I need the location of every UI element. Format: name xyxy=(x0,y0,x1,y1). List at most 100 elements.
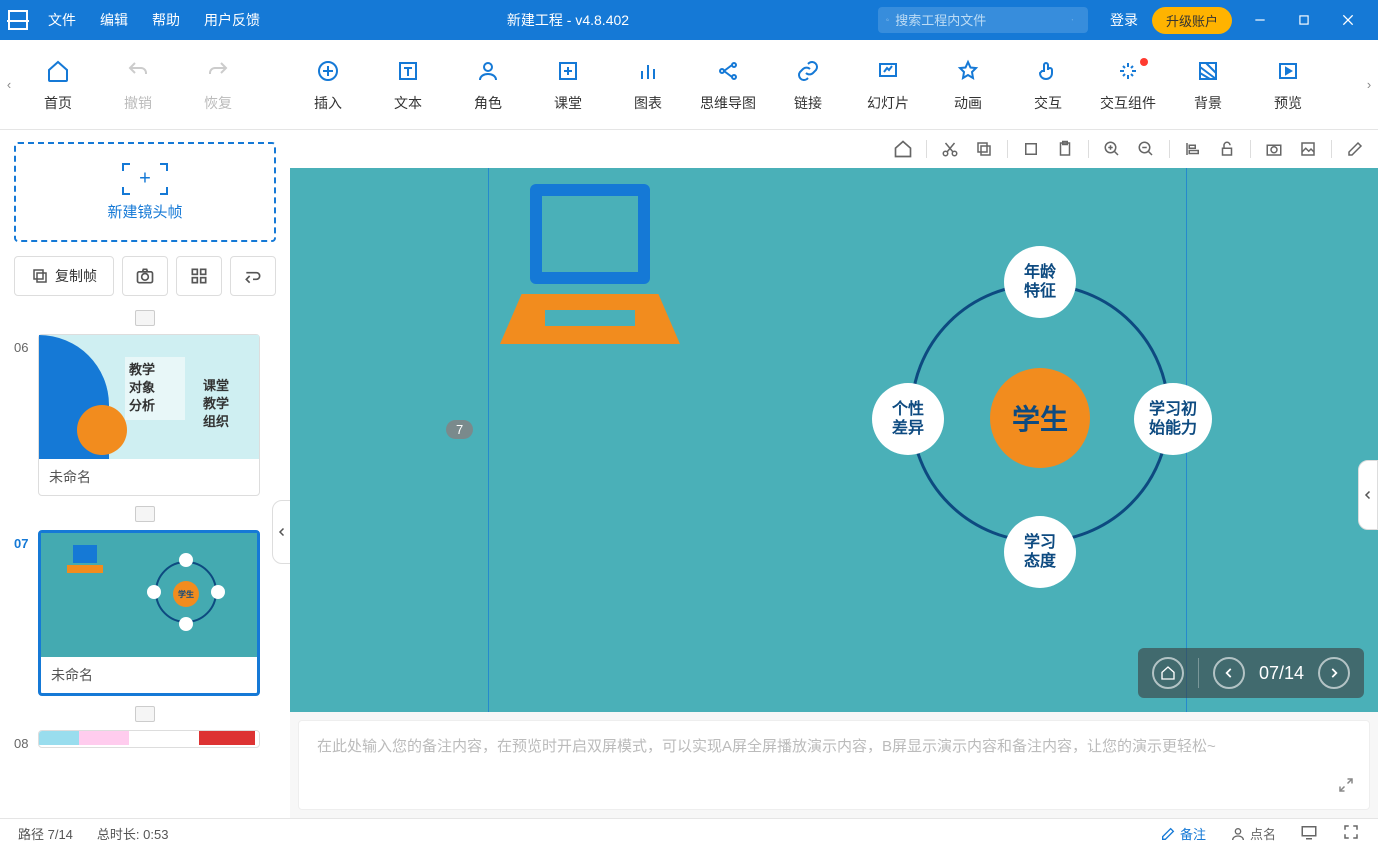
search-box[interactable] xyxy=(878,7,1088,33)
tool-label: 幻灯片 xyxy=(867,93,909,113)
tool-redo[interactable]: 恢复 xyxy=(178,40,258,130)
status-notes-button[interactable]: 备注 xyxy=(1160,824,1206,843)
canvas-edit-button[interactable] xyxy=(1344,138,1366,160)
upgrade-button[interactable]: 升级账户 xyxy=(1152,7,1232,34)
canvas-paste-button[interactable] xyxy=(1054,138,1076,160)
tool-classroom[interactable]: 课堂 xyxy=(528,40,608,130)
plus-circle-icon xyxy=(316,59,340,83)
tool-role[interactable]: 角色 xyxy=(448,40,528,130)
thumbnail-07[interactable]: 07 学生 未命名 xyxy=(14,530,276,696)
canvas-duplicate-button[interactable] xyxy=(1020,138,1042,160)
canvas-area: 7 学生 年龄 特征 个性 差异 学习初 始能力 学习 态度 07/14 在 xyxy=(290,130,1378,818)
tool-label: 恢复 xyxy=(204,93,232,113)
menu-help[interactable]: 帮助 xyxy=(140,10,192,30)
link-icon xyxy=(796,59,820,83)
tool-background[interactable]: 背景 xyxy=(1168,40,1248,130)
menu-feedback[interactable]: 用户反馈 xyxy=(192,10,272,30)
laptop-graphic[interactable] xyxy=(500,184,680,354)
canvas-camera-button[interactable] xyxy=(1263,138,1285,160)
camera-button[interactable] xyxy=(122,256,168,296)
tool-text[interactable]: 文本 xyxy=(368,40,448,130)
zoom-out-icon xyxy=(1137,140,1155,158)
slide-icon xyxy=(876,59,900,83)
paste-icon xyxy=(1056,140,1074,158)
right-panel-toggle[interactable] xyxy=(1358,460,1378,530)
tool-label: 撤销 xyxy=(124,93,152,113)
login-link[interactable]: 登录 xyxy=(1110,10,1138,30)
home-icon xyxy=(893,139,913,159)
canvas[interactable]: 7 学生 年龄 特征 个性 差异 学习初 始能力 学习 态度 07/14 xyxy=(290,168,1378,712)
tool-label: 课堂 xyxy=(554,93,582,113)
tool-undo[interactable]: 撤销 xyxy=(98,40,178,130)
canvas-lock-button[interactable] xyxy=(1216,138,1238,160)
separator xyxy=(1198,658,1199,688)
window-minimize-button[interactable] xyxy=(1238,0,1282,40)
status-rollcall-button[interactable]: 点名 xyxy=(1230,824,1276,843)
separator xyxy=(14,310,276,326)
tool-chart[interactable]: 图表 xyxy=(608,40,688,130)
thumb-number: 06 xyxy=(14,334,38,355)
status-display-button[interactable] xyxy=(1300,823,1318,844)
tool-home[interactable]: 首页 xyxy=(18,40,98,130)
menu-edit[interactable]: 编辑 xyxy=(88,10,140,30)
sidebar: + 新建镜头帧 复制帧 06 教学对象分析 课堂教学组织 未命名 xyxy=(0,130,290,818)
thumb-number: 07 xyxy=(14,530,38,551)
tool-label: 交互组件 xyxy=(1100,93,1156,113)
window-maximize-button[interactable] xyxy=(1282,0,1326,40)
notes-expand-button[interactable] xyxy=(1337,776,1355,797)
tool-mindmap[interactable]: 思维导图 xyxy=(688,40,768,130)
page-badge: 7 xyxy=(446,420,473,439)
diagram-node-left: 个性 差异 xyxy=(872,383,944,455)
separator xyxy=(926,140,927,158)
nav-page-indicator: 07/14 xyxy=(1259,663,1304,684)
diagram-graphic[interactable]: 学生 年龄 特征 个性 差异 学习初 始能力 学习 态度 xyxy=(840,238,1240,638)
nav-next-button[interactable] xyxy=(1318,657,1350,689)
sidebar-collapse-button[interactable] xyxy=(272,500,290,564)
title-bar: 文件 编辑 帮助 用户反馈 新建工程 - v4.8.402 登录 升级账户 xyxy=(0,0,1378,40)
diagram-center: 学生 xyxy=(990,368,1090,468)
duplicate-icon xyxy=(1022,140,1040,158)
nav-prev-button[interactable] xyxy=(1213,657,1245,689)
toolbar-scroll-left[interactable]: ‹ xyxy=(0,40,18,130)
sparkle-icon xyxy=(1116,59,1140,83)
loop-button[interactable] xyxy=(230,256,276,296)
search-dropdown-icon[interactable] xyxy=(1071,14,1074,26)
search-input[interactable] xyxy=(895,13,1071,28)
tool-preview[interactable]: 预览 xyxy=(1248,40,1328,130)
status-path: 路径 7/14 xyxy=(18,824,73,843)
menu-file[interactable]: 文件 xyxy=(36,10,88,30)
window-close-button[interactable] xyxy=(1326,0,1370,40)
fullscreen-icon xyxy=(1342,823,1360,841)
guide-line xyxy=(488,168,489,712)
toolbar-scroll-right[interactable]: › xyxy=(1360,40,1378,130)
qr-button[interactable] xyxy=(176,256,222,296)
tool-label: 交互 xyxy=(1034,93,1062,113)
tool-interaction[interactable]: 交互 xyxy=(1008,40,1088,130)
tool-interaction-component[interactable]: 交互组件 xyxy=(1088,40,1168,130)
canvas-home-button[interactable] xyxy=(892,138,914,160)
tool-animation[interactable]: 动画 xyxy=(928,40,1008,130)
tool-link[interactable]: 链接 xyxy=(768,40,848,130)
canvas-zoom-in-button[interactable] xyxy=(1101,138,1123,160)
notes-panel[interactable]: 在此处输入您的备注内容，在预览时开启双屏模式，可以实现A屏全屏播放演示内容，B屏… xyxy=(298,720,1370,810)
canvas-copy-button[interactable] xyxy=(973,138,995,160)
canvas-align-button[interactable] xyxy=(1182,138,1204,160)
thumb-label: 未命名 xyxy=(39,459,259,495)
camera-icon xyxy=(1265,140,1283,158)
tool-insert[interactable]: 插入 xyxy=(288,40,368,130)
canvas-image-button[interactable] xyxy=(1297,138,1319,160)
tool-slide[interactable]: 幻灯片 xyxy=(848,40,928,130)
camera-icon xyxy=(135,266,155,286)
canvas-zoom-out-button[interactable] xyxy=(1135,138,1157,160)
nav-home-button[interactable] xyxy=(1152,657,1184,689)
copy-icon xyxy=(31,267,49,285)
thumbnail-06[interactable]: 06 教学对象分析 课堂教学组织 未命名 xyxy=(14,334,276,496)
new-frame-button[interactable]: + 新建镜头帧 xyxy=(14,142,276,242)
separator xyxy=(1007,140,1008,158)
copy-frame-button[interactable]: 复制帧 xyxy=(14,256,114,296)
thumbnail-08[interactable]: 08 xyxy=(14,730,276,751)
status-fullscreen-button[interactable] xyxy=(1342,823,1360,844)
play-icon xyxy=(1276,59,1300,83)
thumb-preview xyxy=(39,731,259,745)
canvas-cut-button[interactable] xyxy=(939,138,961,160)
